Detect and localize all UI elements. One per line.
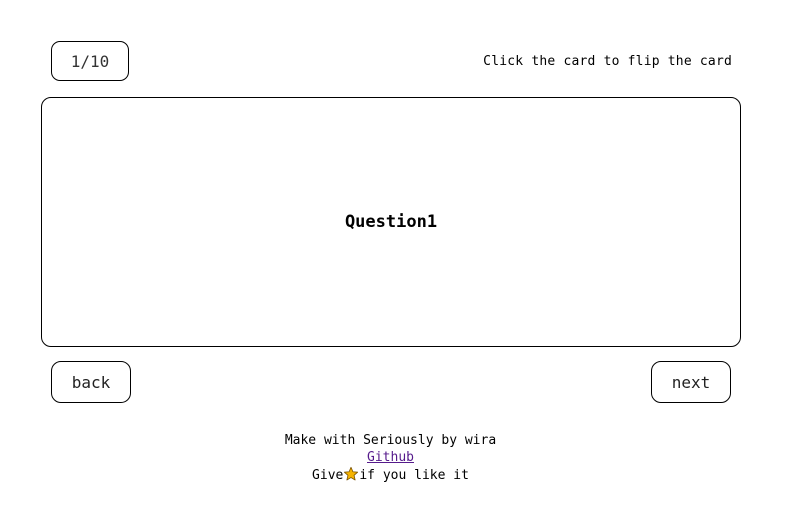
footer: Make with Seriously by wira Github Give i… bbox=[0, 433, 781, 488]
card-counter-text: 1/10 bbox=[70, 51, 110, 71]
flashcard[interactable]: Question1 bbox=[41, 97, 741, 347]
footer-give-line: Give if you like it bbox=[0, 466, 781, 488]
footer-credit: Make with Seriously by wira bbox=[284, 433, 497, 448]
flashcard-text: Question1 bbox=[344, 212, 438, 232]
back-button[interactable]: back bbox=[51, 361, 131, 403]
flip-hint: Click the card to flip the card bbox=[483, 54, 732, 69]
give-prefix: Give bbox=[312, 468, 344, 483]
card-counter: 1/10 bbox=[51, 41, 129, 81]
flashcard-page: 1/10 Click the card to flip the card Que… bbox=[0, 0, 795, 521]
star-icon bbox=[343, 466, 359, 488]
give-suffix: if you like it bbox=[359, 468, 469, 483]
next-button[interactable]: next bbox=[651, 361, 731, 403]
github-link[interactable]: Github bbox=[367, 450, 414, 465]
